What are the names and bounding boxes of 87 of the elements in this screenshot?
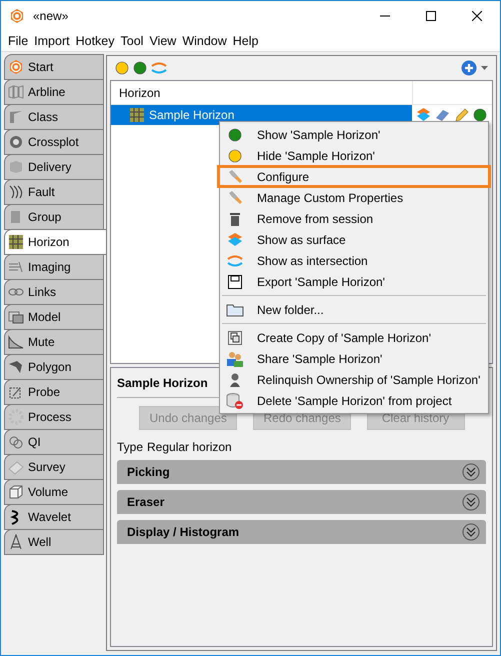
tab-icon: [8, 534, 24, 550]
menu-item[interactable]: Window: [179, 31, 230, 51]
menu-item[interactable]: Show as surface: [220, 229, 488, 250]
tab-icon: [8, 484, 24, 500]
menu-item[interactable]: File: [5, 31, 32, 51]
maximize-icon: [426, 11, 436, 21]
menu-item[interactable]: View: [146, 31, 180, 51]
tab-icon: [8, 184, 24, 200]
menu-item[interactable]: Relinquish Ownership of 'Sample Horizon': [220, 369, 488, 390]
menu-item[interactable]: Share 'Sample Horizon': [220, 348, 488, 369]
tab-icon: [8, 359, 24, 375]
sidebar-tab[interactable]: Mute: [4, 329, 104, 355]
expand-icon: [462, 493, 480, 511]
tab-icon: [8, 59, 24, 75]
menu-item[interactable]: Show 'Sample Horizon': [220, 124, 488, 145]
column-header[interactable]: Horizon: [111, 81, 412, 104]
section-header[interactable]: Display / Histogram: [117, 520, 486, 544]
tab-icon: [8, 259, 24, 275]
close-icon: [472, 11, 482, 21]
sidebar-tab[interactable]: Polygon: [4, 354, 104, 380]
window-title: «new»: [33, 8, 70, 25]
tab-icon: [8, 134, 24, 150]
caret-icon: [481, 66, 488, 70]
person-icon: [227, 372, 243, 388]
sidebar-tab[interactable]: Group: [4, 204, 104, 230]
wave-icon: [151, 61, 167, 75]
menu-item[interactable]: Manage Custom Properties: [220, 187, 488, 208]
layers-icon: [416, 108, 431, 122]
tab-icon: [8, 234, 24, 250]
expand-icon: [462, 463, 480, 481]
add-icon: [461, 60, 477, 76]
menu-item[interactable]: Export 'Sample Horizon': [220, 271, 488, 292]
tab-icon: [8, 159, 24, 175]
tab-icon: [8, 84, 24, 100]
sidebar-tab[interactable]: Imaging: [4, 254, 104, 280]
menu-item[interactable]: Hotkey: [72, 31, 118, 51]
menu-item[interactable]: Show as intersection: [220, 250, 488, 271]
circle-icon: [228, 128, 242, 142]
menu-item[interactable]: Help: [230, 31, 262, 51]
sidebar-tab[interactable]: Fault: [4, 179, 104, 205]
tab-icon: [8, 309, 24, 325]
section-header[interactable]: Eraser: [117, 490, 486, 514]
grid-icon: [129, 107, 145, 123]
sidebar-tab[interactable]: Class: [4, 104, 104, 130]
menu-item[interactable]: Hide 'Sample Horizon': [220, 145, 488, 166]
menu-item[interactable]: Import: [31, 31, 73, 51]
sidebar-tab[interactable]: Links: [4, 279, 104, 305]
tab-icon: [8, 334, 24, 350]
sidebar-tab[interactable]: Horizon: [4, 229, 106, 255]
database-delete-icon: [226, 392, 244, 410]
sidebar-tab[interactable]: Start: [4, 54, 104, 80]
sidebar-tab[interactable]: Process: [4, 404, 104, 430]
menu-item[interactable]: Remove from session: [220, 208, 488, 229]
menu-item[interactable]: Configure: [218, 166, 490, 187]
type-value: Regular horizon: [147, 439, 232, 456]
trash-icon: [227, 210, 243, 226]
circle-icon: [133, 61, 147, 75]
sidebar-tab[interactable]: Wavelet: [4, 504, 104, 530]
sidebar-tab[interactable]: Probe: [4, 379, 104, 405]
save-icon: [227, 274, 243, 290]
layers-icon: [227, 232, 243, 246]
people-icon: [226, 350, 244, 366]
menu-item[interactable]: Tool: [118, 31, 146, 51]
sidebar-tab[interactable]: Well: [4, 529, 104, 555]
tab-icon: [8, 109, 24, 125]
sidebar-tab[interactable]: Survey: [4, 454, 104, 480]
sidebar-tab[interactable]: Arbline: [4, 79, 104, 105]
sidebar-tab[interactable]: QI: [4, 429, 104, 455]
expand-icon: [462, 523, 480, 541]
copy-icon: [227, 330, 243, 346]
circle-icon: [115, 61, 129, 75]
menu-item[interactable]: New folder...: [220, 299, 488, 320]
folder-icon: [226, 302, 244, 316]
section-header[interactable]: Picking: [117, 460, 486, 484]
sidebar-tab[interactable]: Model: [4, 304, 104, 330]
type-label: Type: [117, 439, 144, 456]
tab-icon: [8, 434, 24, 450]
wave-icon: [227, 254, 243, 268]
circle-icon: [473, 108, 487, 122]
sidebar-tab[interactable]: Delivery: [4, 154, 104, 180]
menu-item[interactable]: Create Copy of 'Sample Horizon': [220, 327, 488, 348]
tab-icon: [8, 459, 24, 475]
sidebar-tab[interactable]: Volume: [4, 479, 104, 505]
tab-icon: [8, 409, 24, 425]
sidebar-tab[interactable]: Crossplot: [4, 129, 104, 155]
circle-icon: [228, 148, 242, 162]
app-logo-icon: [9, 8, 25, 24]
